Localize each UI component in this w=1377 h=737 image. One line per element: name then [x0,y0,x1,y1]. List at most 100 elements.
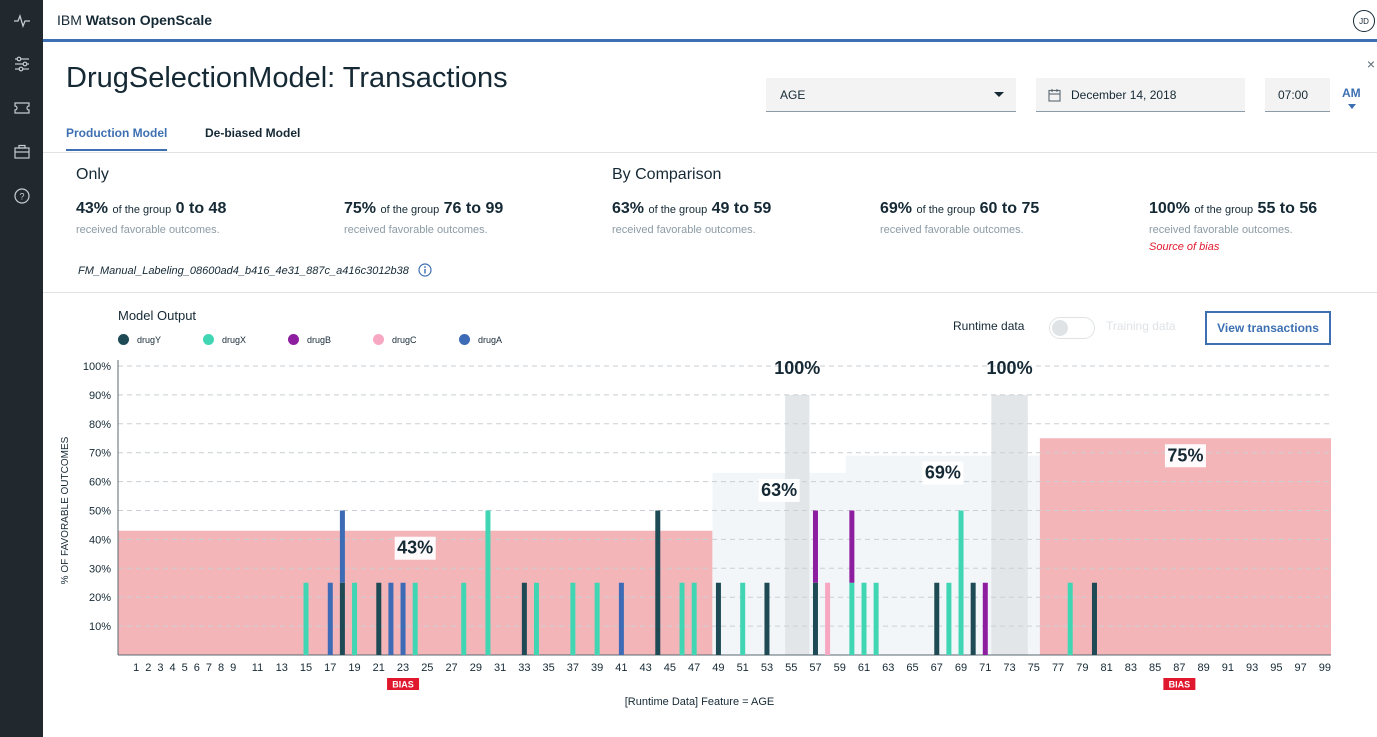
y-tick-label: 20% [89,592,111,604]
x-tick-label: 63 [882,662,894,674]
stat-of-group: of the group [916,204,976,216]
stat-group-0-48: 43% of the group 0 to 48 received favora… [76,200,336,236]
bar-segment-drugx [485,510,491,655]
stat-pct: 43% [76,200,109,217]
bar-segment-drugy [1091,582,1097,655]
x-tick-label: 99 [1319,662,1331,674]
stat-of-group: of the group [380,204,440,216]
x-tick-label: 6 [194,662,200,674]
time-value: 07:00 [1278,88,1309,102]
x-tick-label: 11 [252,662,263,674]
chevron-down-icon [994,92,1004,97]
x-tick-label: 31 [494,662,506,674]
bar-segment-drugx [740,582,746,655]
bar-segment-drugx [946,582,952,655]
bar-segment-drugx [533,582,539,655]
y-tick-label: 10% [89,621,111,633]
bar-segment-drugy [812,582,818,655]
fairness-bar-chart: 10%20%30%40%50%60%70%80%90%100%43%63%69%… [60,358,1331,708]
legend-swatch [203,334,214,345]
stat-of-group: of the group [648,204,708,216]
bar-segment-drugy [764,582,770,655]
y-tick-label: 50% [89,506,111,518]
x-tick-label: 2 [145,662,151,674]
ampm-select[interactable]: AM [1342,86,1377,114]
x-tick-label: 85 [1149,662,1161,674]
svg-text:?: ? [19,192,24,202]
top-header: IBM Watson OpenScale JD [43,0,1377,42]
legend-item-drugx: drugX [203,334,288,345]
comparison-heading: By Comparison [612,166,722,183]
band-value-label: 75% [1167,445,1203,465]
x-tick-label: 19 [348,662,360,674]
view-transactions-button[interactable]: View transactions [1205,311,1331,345]
bar-segment-drugb [849,510,855,583]
bar-segment-drugc [825,582,831,655]
bias-tag-label: BIAS [1169,680,1191,690]
band-highlight [991,394,1028,655]
stat-caption: received favorable outcomes. [76,224,220,236]
x-tick-label: 83 [1125,662,1137,674]
brand-title: IBM Watson OpenScale [57,12,212,28]
tab-production-model[interactable]: Production Model [66,126,168,151]
data-source-toggle[interactable] [1049,317,1095,339]
x-tick-label: 37 [567,662,579,674]
x-tick-label: 23 [397,662,409,674]
bias-tag-label: BIAS [392,680,414,690]
source-of-bias-label: Source of bias [1149,241,1220,253]
stat-of-group: of the group [1194,204,1254,216]
x-tick-label: 73 [1003,662,1015,674]
legend-swatch [118,334,129,345]
stat-group-49-59: 63% of the group 49 to 59 received favor… [612,200,872,236]
x-tick-label: 17 [324,662,336,674]
x-tick-label: 65 [906,662,918,674]
legend-swatch [373,334,384,345]
legend-label: drugC [392,334,417,345]
date-picker[interactable]: December 14, 2018 [1036,78,1245,112]
time-input[interactable]: 07:00 [1265,78,1330,112]
stat-group: 60 to 75 [979,200,1040,217]
stat-caption: received favorable outcomes. [344,224,488,236]
sliders-icon[interactable] [11,53,33,75]
y-tick-label: 40% [89,534,111,546]
bar-segment-drugy [655,510,661,655]
info-icon[interactable] [418,263,432,277]
legend-item-drugb: drugB [288,334,373,345]
bar-segment-drugy [339,582,345,655]
x-tick-label: 7 [206,662,212,674]
tab-debiased-model[interactable]: De-biased Model [205,126,300,149]
x-tick-label: 35 [542,662,554,674]
stat-caption: received favorable outcomes. [880,224,1024,236]
briefcase-icon[interactable] [11,141,33,163]
y-tick-label: 100% [83,361,111,373]
user-avatar[interactable]: JD [1353,10,1375,32]
x-tick-label: 51 [737,662,749,674]
bar-segment-drugx [958,510,964,655]
stat-group-76-99: 75% of the group 76 to 99 received favor… [344,200,604,236]
bar-segment-drugb [812,510,818,583]
bar-segment-drugy [521,582,527,655]
x-tick-label: 77 [1052,662,1064,674]
y-axis-title: % OF FAVORABLE OUTCOMES [60,436,71,584]
stat-of-group: of the group [112,204,172,216]
x-tick-label: 81 [1100,662,1112,674]
y-tick-label: 60% [89,477,111,489]
x-tick-label: 97 [1295,662,1307,674]
x-tick-label: 21 [373,662,385,674]
close-icon[interactable]: × [1367,56,1375,72]
stat-group-55-56: 100% of the group 55 to 56 received favo… [1149,200,1374,253]
x-tick-label: 13 [276,662,288,674]
legend-item-drugc: drugC [373,334,459,345]
legend-label: drugB [307,334,332,345]
x-tick-label: 53 [761,662,773,674]
model-tabs: Production Model De-biased Model [43,118,1377,153]
stat-group: 76 to 99 [443,200,504,217]
ticket-icon[interactable] [11,97,33,119]
activity-icon[interactable] [11,10,33,32]
x-tick-label: 87 [1173,662,1185,674]
feature-dropdown[interactable]: AGE [766,78,1016,112]
help-icon[interactable]: ? [11,185,33,207]
stat-caption: received favorable outcomes. [1149,224,1293,236]
x-tick-label: 59 [834,662,846,674]
calendar-icon [1048,88,1061,105]
